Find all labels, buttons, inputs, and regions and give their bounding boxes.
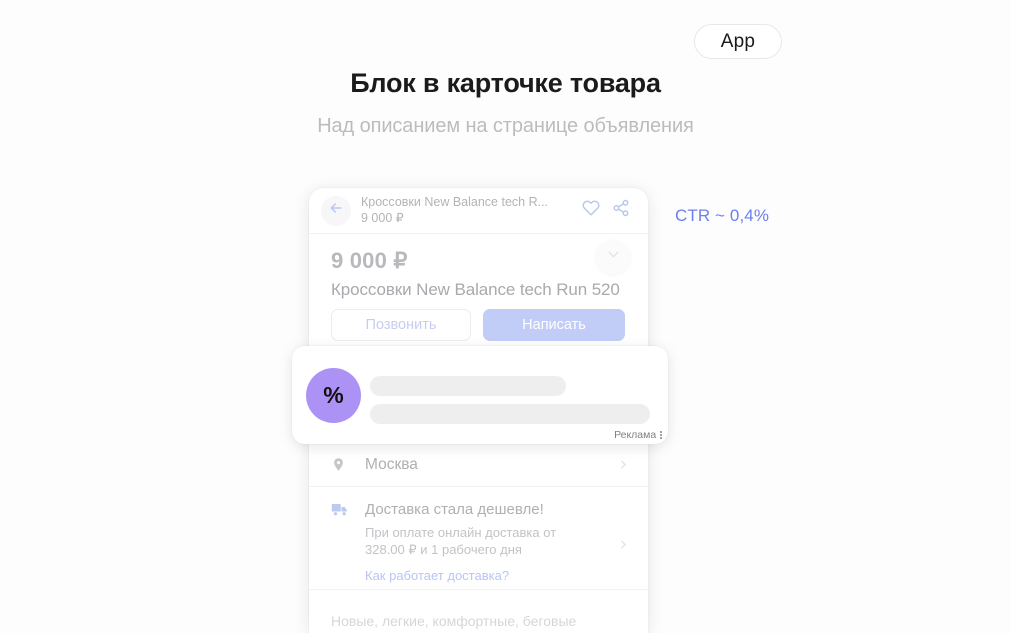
phone-topbar: Кроссовки New Balance tech R... 9 000 ₽ <box>309 188 648 234</box>
topbar-price: 9 000 ₽ <box>361 211 404 225</box>
heart-icon <box>582 199 600 222</box>
percent-icon: % <box>323 382 344 408</box>
favorite-button[interactable] <box>576 196 606 226</box>
product-description: Новые, легкие, комфортные, беговые женск… <box>331 613 577 633</box>
chevron-right-icon <box>617 458 630 471</box>
topbar-texts: Кроссовки New Balance tech R... 9 000 ₽ <box>351 195 576 226</box>
product-title: Кроссовки New Balance tech Run 520 <box>331 280 620 299</box>
location-label: Москва <box>365 455 418 473</box>
call-button-label: Позвонить <box>365 317 437 333</box>
ad-block-card[interactable]: % Реклама <box>292 346 668 444</box>
app-badge-label: App <box>720 30 756 52</box>
share-icon <box>612 199 630 222</box>
delivery-truck-icon <box>331 500 353 589</box>
chevron-down-icon <box>605 246 622 268</box>
product-price: 9 000 ₽ <box>331 248 408 273</box>
ad-placeholder-line-2 <box>370 404 650 424</box>
delivery-row[interactable]: Доставка стала дешевле! При оплате онлай… <box>309 488 648 590</box>
page-subtitle: Над описанием на странице объявления <box>317 115 694 137</box>
collapse-button[interactable] <box>596 240 630 274</box>
ad-avatar: % <box>306 368 361 423</box>
delivery-title: Доставка стала дешевле! <box>365 501 544 518</box>
ad-placeholder-line-1 <box>370 376 566 396</box>
ad-label-text: Реклама <box>614 429 657 441</box>
message-button-label: Написать <box>522 317 586 333</box>
topbar-title: Кроссовки New Balance tech R... <box>361 195 549 209</box>
app-badge[interactable]: App <box>694 24 782 59</box>
call-button[interactable]: Позвонить <box>331 309 471 341</box>
ad-label[interactable]: Реклама <box>614 429 662 441</box>
ctr-annotation: CTR ~ 0,4% <box>675 206 770 225</box>
delivery-body: Доставка стала дешевле! При оплате онлай… <box>353 500 617 589</box>
more-vertical-icon[interactable] <box>659 430 662 440</box>
back-button[interactable] <box>321 195 351 226</box>
arrow-left-icon <box>328 200 344 221</box>
delivery-help-link[interactable]: Как работает доставка? <box>365 567 617 584</box>
page-title: Блок в карточке товара <box>350 68 661 98</box>
chevron-right-icon <box>617 500 630 589</box>
message-button[interactable]: Написать <box>483 309 625 341</box>
delivery-description: При оплате онлайн доставка от 328.00 ₽ и… <box>365 525 557 557</box>
map-pin-icon <box>331 457 353 472</box>
action-button-row: Позвонить Написать <box>331 309 625 341</box>
location-row[interactable]: Москва <box>309 443 648 487</box>
share-button[interactable] <box>606 196 636 226</box>
